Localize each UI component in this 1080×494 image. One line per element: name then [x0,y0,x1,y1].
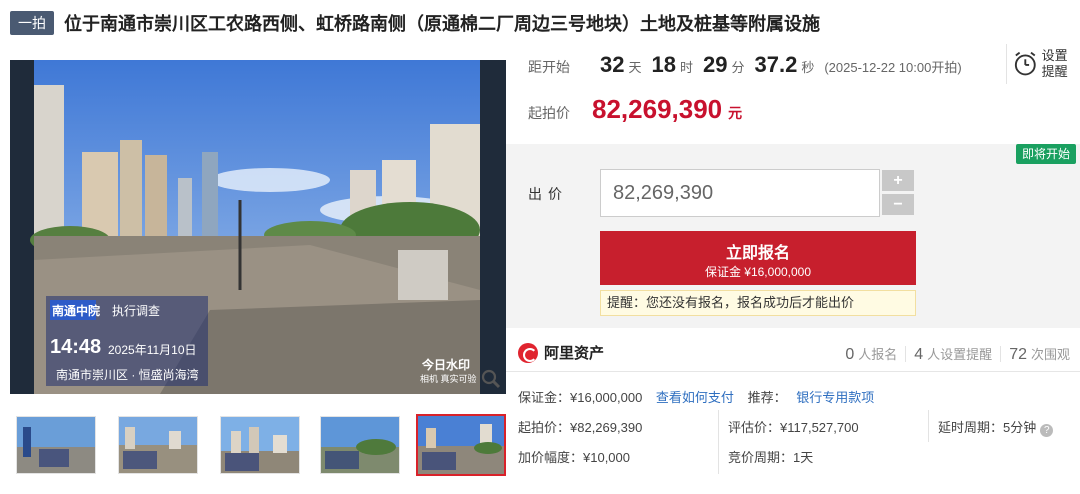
overlay-action: 执行调查 [112,304,161,318]
watermark-sub: 相机 真实可验 [420,374,477,384]
recommend-label: 推荐： [747,390,787,405]
auction-panel: 距开始 32 天 18 时 29 分 37.2 秒 (2025-12-22 10… [506,38,1080,494]
stats: 0 人报名 4 人设置提醒 72 次围观 [845,344,1070,364]
thumbnail-image [119,417,197,473]
divider [1000,346,1002,362]
countdown: 距开始 32 天 18 时 29 分 37.2 秒 (2025-12-22 10… [528,52,1008,88]
start-price-row: 起拍价 82,269,390 元 [528,94,828,130]
deposit-line: 保证金：¥16,000,000 查看如何支付 推荐： 银行专用款项 [518,388,874,408]
auction-round-tag: 一拍 [10,11,54,35]
set-reminder-label: 设置提醒 [1041,48,1068,79]
signups-label: 人报名 [858,347,898,362]
how-to-pay-link[interactable]: 查看如何支付 [656,390,734,405]
bid-amount-input[interactable]: 82,269,390 [600,169,880,217]
overlay-date: 2025年11月10日 [108,343,197,357]
reminders-count: 4 [914,346,924,363]
start-price-label: 起拍价 [528,105,570,121]
thumbnail-image [221,417,299,473]
help-icon[interactable]: ? [1040,424,1054,437]
zoom-icon[interactable] [480,368,502,390]
thumbnail-5[interactable] [416,414,506,476]
thumbnail-image [418,416,504,474]
brand-row: 阿里资产 0 人报名 4 人设置提醒 72 次围观 [506,336,1080,372]
signups-count: 0 [845,346,855,363]
deposit-text: 保证金：¥16,000,000 [518,390,643,405]
reminders-label: 人设置提醒 [927,347,993,362]
days-unit: 天 [628,60,642,75]
signup-deposit: 保证金 ¥16,000,000 [704,265,812,279]
start-time: (2025-12-22 10:00开拍) [824,60,962,75]
overlay-time: 14:48 [50,336,102,358]
overlay-location: 南通市崇川区 · 恒盛尚海湾 [56,368,199,382]
signup-tip: 提醒：您还没有报名，报名成功后才能出价 [600,290,916,316]
countdown-seconds: 37.2 [754,52,798,77]
page-title: 位于南通市崇川区工农路西侧、虹桥路南侧（原通棉二厂周边三号地块）土地及桩基等附属… [64,14,820,34]
delay-text: 延时周期：5分钟 [938,420,1037,435]
thumbnail-4[interactable] [320,416,400,474]
alibaba-assets-logo[interactable]: 阿里资产 [518,342,604,363]
bid-box: 即将开始 出价 82,269,390 + − 立即报名 保证金 ¥16,000,… [506,144,1080,328]
overlay-tag: 南通中院 [52,304,101,318]
views-label: 次围观 [1030,347,1070,362]
decrease-button[interactable]: − [882,194,914,215]
thumbnail-1[interactable] [16,416,96,474]
start-price-value: 82,269,390 [592,94,723,124]
divider [718,410,719,474]
thumbnail-3[interactable] [220,416,300,474]
countdown-days: 32 [600,52,625,77]
increment-detail: 加价幅度：¥10,000 [518,450,630,465]
status-badge: 即将开始 [1015,144,1076,164]
thumbnail-2[interactable] [118,416,198,474]
bid-stepper: + − [880,170,916,216]
signup-button[interactable]: 立即报名 保证金 ¥16,000,000 [600,231,916,285]
increase-button[interactable]: + [882,170,914,191]
seconds-unit: 秒 [801,60,815,75]
title-row: 一拍 位于南通市崇川区工农路西侧、虹桥路南侧（原通棉二厂周边三号地块）土地及桩基… [10,9,1070,37]
set-reminder-button[interactable]: 设置提醒 [1006,44,1070,84]
watermark-title: 今日水印 [422,358,471,372]
countdown-hours: 18 [651,52,676,77]
bid-label: 出价 [528,186,568,202]
main-photo[interactable]: 南通中院 执行调查 14:48 2025年11月10日 南通市崇川区 · 恒盛尚… [10,60,506,394]
signup-label: 立即报名 [725,245,790,262]
start-price-detail: 起拍价：¥82,269,390 [518,420,643,435]
delay-detail: 延时周期：5分钟? [938,418,1054,438]
countdown-minutes: 29 [703,52,728,77]
brand-name: 阿里资产 [544,345,605,362]
start-price-unit: 元 [728,105,743,121]
divider [905,346,907,362]
bank-funds-link[interactable]: 银行专用款项 [796,390,874,405]
minutes-unit: 分 [731,60,745,75]
divider [928,410,929,442]
bid-cycle-detail: 竞价周期：1天 [728,450,814,465]
hours-unit: 时 [679,60,693,75]
thumbnail-image [17,417,95,473]
appraisal-detail: 评估价：¥117,527,700 [728,420,859,435]
alarm-clock-icon [1014,51,1036,76]
thumbnail-strip [10,414,506,478]
thumbnail-image [321,417,399,473]
brand-logo-icon [518,342,538,363]
countdown-label: 距开始 [528,59,570,75]
views-count: 72 [1009,346,1027,363]
